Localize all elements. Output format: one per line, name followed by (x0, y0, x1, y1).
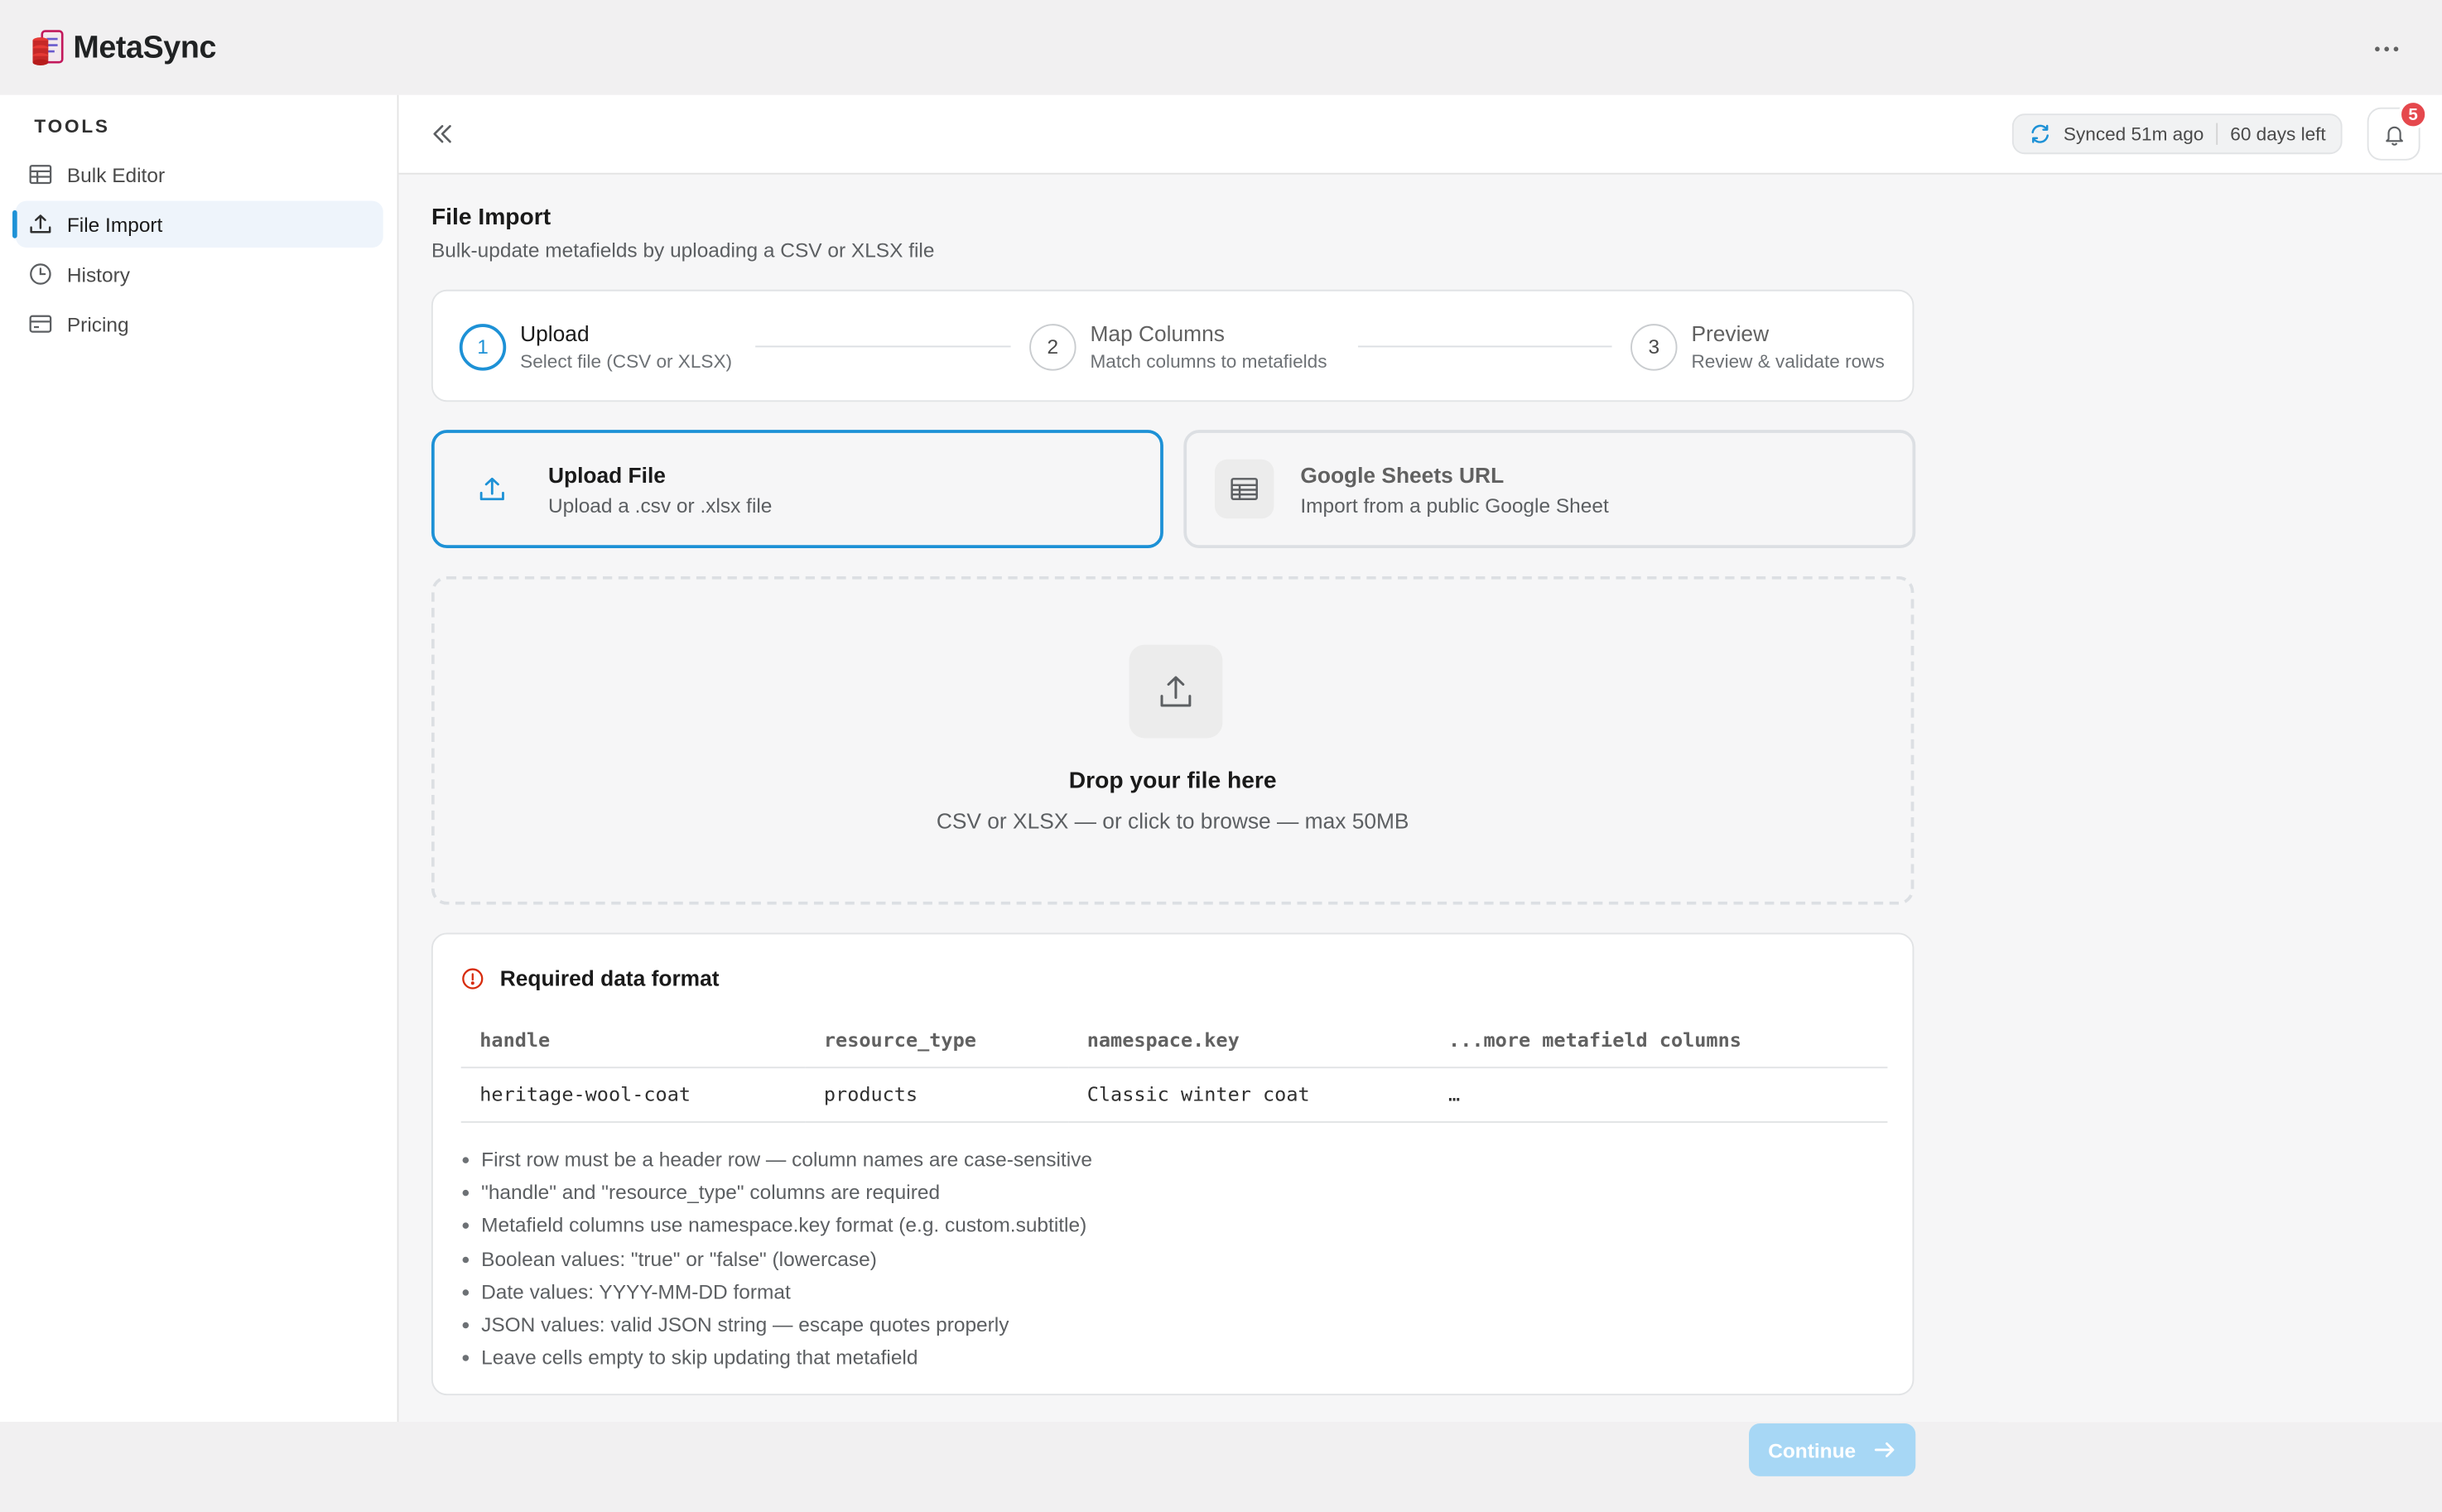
list-item: "handle" and "resource_type" columns are… (461, 1176, 1092, 1209)
table-row: heritage-wool-coat products Classic wint… (460, 1067, 1888, 1123)
step-title: Upload (520, 320, 590, 346)
source-upload-file[interactable]: Upload File Upload a .csv or .xlsx file (431, 430, 1163, 549)
table-cell: … (1429, 1067, 1888, 1123)
source-description: Import from a public Google Sheet (1300, 493, 1609, 517)
file-drop-zone[interactable]: Drop your file here CSV or XLSX — or cli… (431, 575, 1915, 905)
sidebar-item-label: File Import (66, 212, 163, 236)
list-item: Metafield columns use namespace.key form… (461, 1209, 1092, 1242)
continue-button[interactable]: Continue (1749, 1423, 1916, 1476)
column-header: resource_type (805, 1012, 1069, 1068)
drop-zone-title: Drop your file here (1068, 768, 1277, 795)
sidebar-heading: TOOLS (34, 115, 110, 137)
sync-status[interactable]: Synced 51m ago 60 days left (2011, 113, 2343, 155)
bell-icon (2385, 125, 2403, 145)
step-number: 1 (459, 323, 507, 370)
info-alert-icon (462, 967, 484, 989)
upload-icon (30, 214, 51, 234)
sidebar-item-pricing[interactable]: Pricing (16, 301, 383, 347)
step-number: 2 (1029, 323, 1077, 370)
column-header: handle (460, 1012, 806, 1068)
step-upload: 1 Upload Select file (CSV or XLSX) (459, 320, 733, 373)
import-stepper: 1 Upload Select file (CSV or XLSX) 2 Map… (431, 289, 1915, 402)
step-map-columns: 2 Map Columns Match columns to metafield… (1029, 320, 1327, 372)
list-item: Leave cells empty to skip updating that … (461, 1341, 1092, 1375)
format-title: Required data format (499, 965, 720, 991)
app-window: MetaSync TOOLS Bulk Editor File Import H… (0, 0, 2442, 1476)
sync-status-text: Synced 51m ago (2063, 123, 2204, 145)
main-panel: Synced 51m ago 60 days left 5 File Impor… (398, 94, 2442, 1476)
sidebar-item-label: Bulk Editor (66, 162, 166, 186)
source-description: Upload a .csv or .xlsx file (548, 493, 773, 517)
top-bar: MetaSync (0, 0, 2442, 95)
page-subtitle: Bulk-update metafields by uploading a CS… (431, 238, 935, 262)
format-rules-list: First row must be a header row — column … (461, 1143, 1092, 1374)
app-logo-icon (32, 30, 64, 65)
drop-zone-subtitle: CSV or XLSX — or click to browse — max 5… (936, 808, 1409, 834)
step-description: Review & validate rows (1691, 350, 1885, 373)
table-cell: products (805, 1067, 1069, 1123)
step-description: Match columns to metafields (1090, 350, 1327, 373)
more-options-button[interactable] (2367, 34, 2405, 62)
step-number: 3 (1630, 323, 1678, 370)
list-item: Boolean values: "true" or "false" (lower… (461, 1242, 1092, 1275)
format-header: Required data format (461, 965, 720, 990)
divider (2216, 123, 2218, 145)
sidebar-item-file-import[interactable]: File Import (12, 200, 383, 248)
step-title: Preview (1691, 320, 1770, 346)
page-title: File Import (431, 204, 551, 231)
source-title: Google Sheets URL (1300, 461, 1505, 487)
source-icon (1214, 459, 1274, 519)
sidebar-nav: Bulk Editor File Import History Pricing (12, 151, 383, 350)
sidebar-item-history[interactable]: History (16, 251, 383, 297)
step-description: Select file (CSV or XLSX) (520, 350, 733, 373)
column-header: namespace.key (1068, 1012, 1430, 1068)
continue-label: Continue (1768, 1437, 1857, 1462)
app-name: MetaSync (73, 30, 217, 65)
required-format-card: Required data format handle resource_typ… (431, 932, 1915, 1396)
table-icon (29, 165, 52, 185)
upload-icon (479, 477, 504, 501)
credit-card-icon (29, 315, 52, 333)
list-item: First row must be a header row — column … (461, 1143, 1092, 1176)
main-header: Synced 51m ago 60 days left 5 (398, 94, 2442, 175)
table-cell: heritage-wool-coat (460, 1067, 806, 1123)
dot-icon (2374, 46, 2379, 51)
trial-days-left: 60 days left (2230, 123, 2326, 145)
step-title: Map Columns (1090, 320, 1225, 346)
upload-icon (1160, 676, 1192, 707)
table-cell: Classic winter coat (1068, 1067, 1430, 1123)
collapse-sidebar-icon[interactable] (426, 120, 458, 148)
sidebar-item-label: History (66, 262, 130, 287)
sidebar-item-bulk-editor[interactable]: Bulk Editor (16, 151, 383, 197)
source-google-sheets[interactable]: Google Sheets URL Import from a public G… (1183, 430, 1916, 549)
notifications-button[interactable]: 5 (2367, 99, 2429, 161)
clock-icon (30, 263, 51, 285)
notification-badge: 5 (2398, 99, 2429, 130)
source-title: Upload File (548, 461, 666, 487)
step-connector (755, 345, 1011, 348)
step-preview: 3 Preview Review & validate rows (1630, 320, 1885, 372)
list-item: Date values: YYYY-MM-DD format (461, 1275, 1092, 1308)
format-example-table: handle resource_type namespace.key ...mo… (460, 1012, 1888, 1123)
sidebar-item-label: Pricing (66, 312, 129, 336)
sync-icon (2031, 124, 2049, 143)
list-item: JSON values: valid JSON string — escape … (461, 1308, 1092, 1341)
arrow-right-icon (1874, 1442, 1894, 1457)
drop-icon-box (1129, 644, 1223, 739)
sidebar: TOOLS Bulk Editor File Import History Pr… (0, 94, 399, 1423)
dot-icon (2383, 46, 2389, 51)
spreadsheet-icon (1231, 478, 1258, 500)
step-connector (1357, 345, 1612, 348)
brand: MetaSync (31, 28, 216, 69)
dot-icon (2392, 46, 2398, 51)
file-import-content: File Import Bulk-update metafields by up… (431, 204, 1916, 1476)
table-header-row: handle resource_type namespace.key ...mo… (460, 1012, 1888, 1068)
source-icon (463, 460, 522, 518)
column-header: ...more metafield columns (1429, 1012, 1888, 1068)
